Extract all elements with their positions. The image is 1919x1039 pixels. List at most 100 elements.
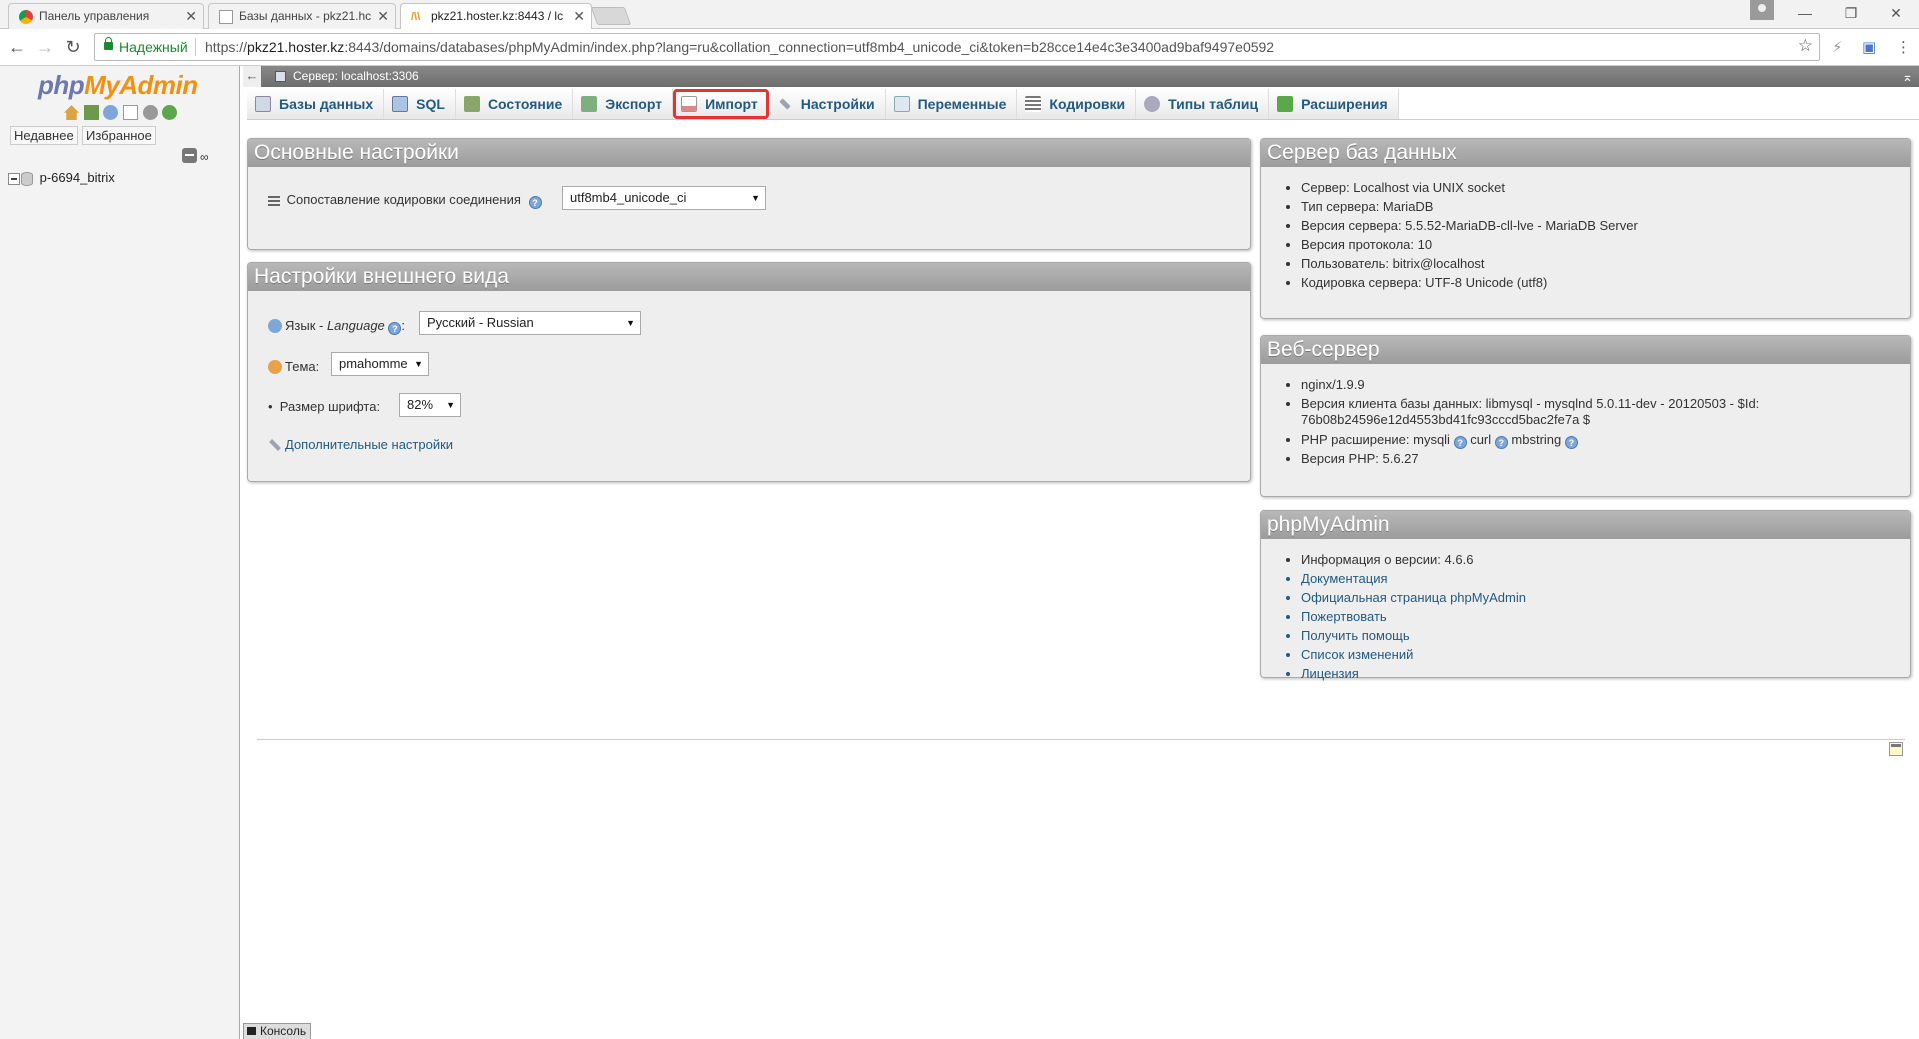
tab-export[interactable]: Экспорт bbox=[573, 89, 674, 119]
tab-databases[interactable]: Базы данных bbox=[247, 89, 385, 119]
menu-icon[interactable]: ⋮ bbox=[1896, 38, 1911, 56]
tab-variables[interactable]: Переменные bbox=[885, 89, 1018, 119]
forward-arrow-icon[interactable]: → bbox=[33, 35, 57, 59]
nav-icon-bar bbox=[64, 104, 178, 121]
tab-import[interactable]: Импорт bbox=[673, 89, 769, 119]
reload-icon[interactable]: ↻ bbox=[61, 35, 85, 59]
browser-tabbar: Панель управления ✕ Базы данных - pkz21.… bbox=[0, 0, 1919, 30]
chrome-favicon-icon bbox=[19, 10, 33, 24]
list-item: Тип сервера: MariaDB bbox=[1301, 197, 1638, 216]
language-select[interactable]: Русский - Russian bbox=[419, 311, 641, 335]
divider bbox=[257, 739, 1905, 740]
charsets-icon bbox=[1025, 96, 1042, 112]
version-info: Информация о версии: 4.6.6 bbox=[1301, 550, 1526, 569]
phpmyadmin-logo[interactable]: phpMyAdmin bbox=[38, 70, 198, 101]
console-toggle[interactable]: Консоль bbox=[243, 1023, 312, 1039]
browser-tab-title: Базы данных - pkz21.hc bbox=[239, 9, 372, 23]
get-help-link[interactable]: Получить помощь bbox=[1301, 626, 1526, 645]
server-breadcrumb[interactable]: Сервер: localhost:3306 bbox=[293, 66, 419, 87]
close-window-icon[interactable]: ✕ bbox=[1873, 0, 1919, 28]
list-item: PHP расширение: mysqli ? curl ? mbstring… bbox=[1301, 428, 1759, 449]
close-icon[interactable]: ✕ bbox=[185, 4, 197, 29]
profile-icon[interactable] bbox=[1750, 0, 1774, 20]
list-item: Версия протокола: 10 bbox=[1301, 235, 1638, 254]
browser-tab-title: Панель управления bbox=[39, 9, 150, 23]
url-text[interactable]: https://pkz21.hoster.kz:8443/domains/dat… bbox=[205, 39, 1274, 55]
page-favicon-icon bbox=[219, 10, 233, 24]
tab-charsets[interactable]: Кодировки bbox=[1017, 89, 1137, 119]
panel-title: Основные настройки bbox=[248, 139, 1250, 167]
browser-tab-databases[interactable]: Базы данных - pkz21.hc ✕ bbox=[208, 3, 396, 29]
logout-icon[interactable] bbox=[83, 105, 99, 121]
help-icon[interactable]: ? bbox=[1494, 436, 1508, 449]
fontsize-select[interactable]: 82% bbox=[399, 393, 461, 417]
web-server-info: nginx/1.9.9 Версия клиента базы данных: … bbox=[1283, 375, 1759, 468]
server-icon bbox=[275, 71, 286, 82]
list-item: Сервер: Localhost via UNIX socket bbox=[1301, 178, 1638, 197]
language-row: Язык - Language ?: bbox=[268, 318, 405, 335]
list-item: Версия PHP: 5.6.27 bbox=[1301, 449, 1759, 468]
phpmyadmin-info-panel: phpMyAdmin Информация о версии: 4.6.6 До… bbox=[1260, 510, 1911, 681]
collation-select[interactable]: utf8mb4_unicode_ci bbox=[562, 186, 766, 210]
recent-tab[interactable]: Недавнее bbox=[10, 126, 78, 145]
donate-link[interactable]: Пожертвовать bbox=[1301, 607, 1526, 626]
browser-tab-phpmyadmin[interactable]: /\\ pkz21.hoster.kz:8443 / lc ✕ bbox=[400, 3, 592, 30]
puzzle-icon bbox=[1277, 96, 1294, 112]
favorites-tab[interactable]: Избранное bbox=[82, 126, 156, 145]
close-icon[interactable]: ✕ bbox=[377, 4, 389, 29]
minimize-icon[interactable]: — bbox=[1782, 0, 1828, 28]
panel-title: phpMyAdmin bbox=[1261, 511, 1910, 539]
help-icon[interactable]: ? bbox=[388, 322, 402, 335]
documentation-link[interactable]: Документация bbox=[1301, 569, 1526, 588]
help-icon[interactable]: ? bbox=[528, 196, 542, 209]
collapse-all-icon[interactable] bbox=[182, 148, 197, 163]
sql-icon bbox=[392, 96, 409, 112]
bookmark-star-icon[interactable]: ☆ bbox=[1798, 36, 1813, 56]
server-breadcrumb-bar: ← Сервер: localhost:3306 ⌅ bbox=[243, 66, 1919, 87]
theme-row: Тема: bbox=[268, 359, 319, 374]
new-tab-button[interactable] bbox=[590, 7, 632, 25]
database-tree-item[interactable]: p-6694_bitrix bbox=[8, 170, 115, 186]
page-settings-icon[interactable] bbox=[1889, 742, 1903, 756]
expand-icon[interactable] bbox=[8, 172, 20, 185]
language-label-en: Language bbox=[326, 318, 385, 333]
home-icon[interactable] bbox=[64, 105, 79, 121]
help-icon[interactable] bbox=[103, 105, 119, 121]
homepage-link[interactable]: Официальная страница phpMyAdmin bbox=[1301, 588, 1526, 607]
theme-select[interactable]: pmahomme bbox=[331, 352, 429, 376]
extension-bolt-icon[interactable]: ⚡ bbox=[1832, 38, 1843, 56]
tab-engines[interactable]: Типы таблиц bbox=[1136, 89, 1270, 119]
fontsize-row: • Размер шрифта: bbox=[268, 399, 381, 414]
gear-icon[interactable] bbox=[142, 105, 158, 121]
tab-sql[interactable]: SQL bbox=[384, 89, 456, 119]
back-arrow-icon[interactable]: ← bbox=[5, 35, 29, 59]
help-icon[interactable]: ? bbox=[1564, 436, 1578, 449]
extension-icon[interactable]: ▣ bbox=[1862, 38, 1876, 56]
tab-settings[interactable]: Настройки bbox=[768, 89, 886, 119]
collation-row: Сопоставление кодировки соединения ? bbox=[268, 192, 542, 209]
address-bar[interactable]: Надежный https://pkz21.hoster.kz:8443/do… bbox=[94, 33, 1820, 61]
top-menu: Базы данных SQL Состояние Экспорт Импорт Наст… bbox=[247, 89, 1919, 120]
reload-nav-icon[interactable] bbox=[162, 105, 178, 121]
database-name[interactable]: p-6694_bitrix bbox=[40, 170, 115, 185]
close-icon[interactable]: ✕ bbox=[573, 4, 585, 29]
more-settings-link[interactable]: Дополнительные настройки bbox=[268, 437, 453, 452]
help-icon[interactable]: ? bbox=[1453, 436, 1467, 449]
list-item: Версия клиента базы данных: libmysql - m… bbox=[1301, 394, 1759, 428]
collapse-nav-icon[interactable]: ← bbox=[243, 66, 262, 87]
scroll-top-icon[interactable]: ⌅ bbox=[1902, 66, 1913, 87]
databases-icon bbox=[255, 96, 271, 112]
browser-tab-control-panel[interactable]: Панель управления ✕ bbox=[8, 3, 204, 29]
docs-icon[interactable] bbox=[122, 105, 138, 121]
language-icon bbox=[268, 319, 282, 333]
collation-icon bbox=[268, 196, 280, 207]
restore-icon[interactable]: ❐ bbox=[1828, 0, 1874, 28]
tab-status[interactable]: Состояние bbox=[455, 89, 574, 119]
license-link[interactable]: Лицензия bbox=[1301, 664, 1526, 683]
web-server-panel: Веб-сервер nginx/1.9.9 Версия клиента ба… bbox=[1260, 335, 1911, 497]
changelog-link[interactable]: Список изменений bbox=[1301, 645, 1526, 664]
tab-plugins[interactable]: Расширения bbox=[1269, 89, 1399, 119]
link-icon[interactable]: ∞ bbox=[200, 150, 209, 164]
database-server-panel: Сервер баз данных Сервер: Localhost via … bbox=[1260, 138, 1911, 319]
palette-icon bbox=[268, 360, 282, 374]
